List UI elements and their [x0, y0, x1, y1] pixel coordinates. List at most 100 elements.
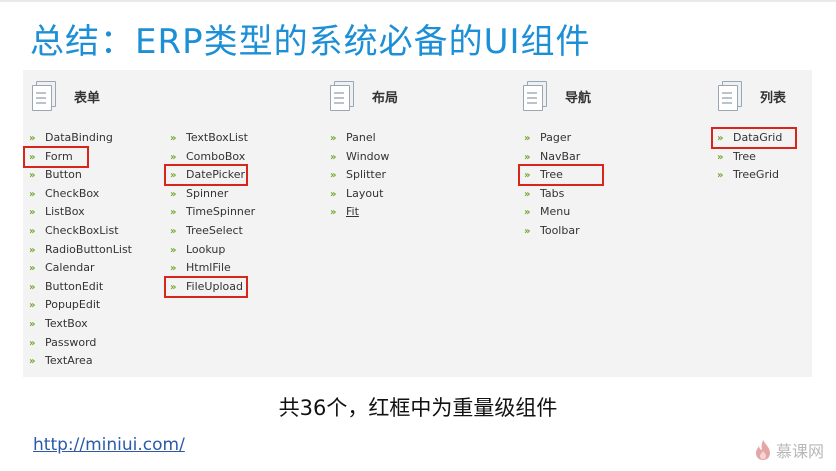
component-label: TreeGrid [733, 168, 780, 182]
component-label: Tree [733, 149, 756, 163]
component-item[interactable]: » ListBox [29, 203, 132, 222]
chevron-right-icon: » [29, 281, 35, 293]
component-item[interactable]: » ButtonEdit [29, 278, 132, 297]
group-header-nav: 导航 [523, 80, 591, 112]
component-item[interactable]: » CheckBoxList [29, 222, 132, 241]
chevron-right-icon: » [170, 244, 176, 256]
chevron-right-icon: » [170, 151, 176, 163]
component-item[interactable]: » ComboBox [170, 148, 255, 167]
component-item[interactable]: » Toolbar [524, 222, 580, 241]
component-label: DatePicker [186, 168, 246, 182]
chevron-right-icon: » [524, 151, 530, 163]
flame-logo-icon [755, 440, 770, 460]
component-label: Tree [540, 168, 563, 182]
component-item[interactable]: » Password [29, 334, 132, 353]
component-item[interactable]: » Menu [524, 203, 580, 222]
component-label: TimeSpinner [186, 205, 256, 219]
component-label: PopupEdit [45, 298, 101, 312]
component-label: Pager [540, 131, 572, 144]
component-item[interactable]: » Window [330, 148, 389, 167]
chevron-right-icon: » [717, 151, 723, 163]
chevron-right-icon: » [170, 188, 176, 200]
chevron-right-icon: » [330, 133, 336, 144]
slide-title: 总结：ERP类型的系统必备的UI组件 [30, 22, 591, 62]
chevron-right-icon: » [29, 263, 35, 275]
component-item[interactable]: » DataBinding [29, 129, 132, 148]
component-item[interactable]: » Pager [524, 129, 580, 148]
component-panel: 表单 布局 导航 列表 » DataBinding » Form » Button » Che… [23, 70, 812, 377]
chevron-right-icon: » [330, 170, 336, 182]
component-label: DataBinding [45, 131, 113, 144]
component-label: Button [45, 168, 82, 182]
chevron-right-icon: » [717, 133, 723, 144]
document-icon [718, 81, 742, 111]
document-icon [330, 81, 354, 111]
component-item[interactable]: » HtmlFile [170, 259, 255, 278]
top-divider [0, 0, 836, 2]
component-item[interactable]: » TextBoxList [170, 129, 255, 148]
layout-column: » Panel » Window » Splitter » Layout » Fit [330, 129, 389, 222]
chevron-right-icon: » [524, 225, 530, 237]
component-item[interactable]: » Calendar [29, 259, 132, 278]
chevron-right-icon: » [29, 188, 35, 200]
chevron-right-icon: » [524, 133, 530, 144]
component-item[interactable]: » Tree [518, 164, 604, 187]
chevron-right-icon: » [29, 356, 35, 368]
component-item[interactable]: » DatePicker [164, 164, 255, 187]
logo-text: 慕课网 [775, 442, 824, 461]
component-label: Fit [346, 205, 359, 219]
component-label: Password [45, 335, 97, 349]
chevron-right-icon: » [524, 170, 530, 182]
component-item[interactable]: » Button [29, 166, 132, 185]
component-item[interactable]: » TimeSpinner [170, 203, 255, 222]
group-title: 表单 [74, 90, 101, 106]
summary-text: 共36个，红框中为重量级组件 [278, 396, 558, 420]
component-label: ComboBox [186, 149, 246, 163]
chevron-right-icon: » [29, 207, 35, 219]
form-column-1: » DataBinding » Form » Button » CheckBox » ListBo… [23, 129, 132, 371]
component-label: Spinner [186, 186, 229, 200]
component-item[interactable]: » FileUpload [164, 275, 255, 298]
document-icon [523, 81, 547, 111]
site-logo: 慕课网 [754, 438, 824, 462]
chevron-right-icon: » [29, 244, 35, 256]
component-label: ListBox [45, 205, 85, 219]
component-item[interactable]: » Fit [330, 203, 389, 222]
component-item[interactable]: » TreeSelect [170, 222, 255, 241]
component-item[interactable]: » Spinner [170, 185, 255, 204]
component-item[interactable]: » Tree [717, 148, 782, 167]
chevron-right-icon: » [29, 151, 35, 163]
component-label: RadioButtonList [45, 242, 132, 256]
component-item[interactable]: » Splitter [330, 166, 389, 185]
component-item[interactable]: » Tabs [524, 185, 580, 204]
chevron-right-icon: » [717, 170, 723, 182]
component-label: FileUpload [186, 279, 243, 293]
component-item[interactable]: » TreeGrid [717, 166, 782, 185]
component-label: TextArea [45, 354, 93, 368]
miniui-link[interactable]: http://miniui.com/ [33, 435, 185, 455]
document-icon [32, 81, 56, 111]
chevron-right-icon: » [29, 318, 35, 330]
component-item[interactable]: » TextBox [29, 315, 132, 334]
group-header-layout: 布局 [330, 80, 398, 112]
nav-column: » Pager » NavBar » Tree » Tabs » Menu » Toolbar [518, 129, 604, 241]
component-item[interactable]: » RadioButtonList [29, 241, 132, 260]
chevron-right-icon: » [29, 225, 35, 237]
component-item[interactable]: » Form [23, 145, 132, 168]
component-item[interactable]: » Layout [330, 185, 389, 204]
component-item[interactable]: » DataGrid [711, 127, 797, 149]
chevron-right-icon: » [170, 170, 176, 182]
component-label: DataGrid [733, 131, 783, 144]
component-item[interactable]: » TextArea [29, 352, 132, 371]
component-label: HtmlFile [186, 261, 231, 275]
component-item[interactable]: » Panel [330, 129, 389, 148]
group-title: 列表 [760, 90, 787, 106]
group-title: 导航 [565, 90, 592, 106]
component-item[interactable]: » Lookup [170, 241, 255, 260]
component-item[interactable]: » PopupEdit [29, 296, 132, 315]
chevron-right-icon: » [29, 337, 35, 349]
chevron-right-icon: » [170, 225, 176, 237]
component-label: CheckBox [45, 186, 100, 200]
component-item[interactable]: » CheckBox [29, 185, 132, 204]
component-item[interactable]: » NavBar [524, 148, 580, 167]
